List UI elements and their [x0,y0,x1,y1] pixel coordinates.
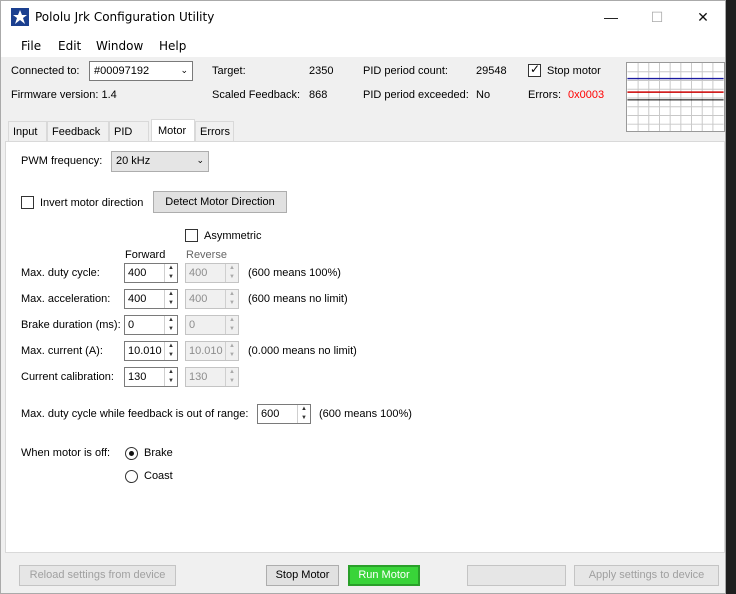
coast-radio[interactable] [125,470,138,483]
current-calibration-forward-input[interactable]: 130 ▲ ▼ [124,367,178,387]
max-acceleration-reverse-input: 400 ▲ ▼ [185,289,239,309]
spin-arrows: ▲ ▼ [225,264,238,282]
scaled-feedback-label: Scaled Feedback: [212,89,301,101]
bottom-bar: Reload settings from device Stop Motor R… [1,553,725,593]
asymmetric-label: Asymmetric [204,230,262,242]
reload-settings-button[interactable]: Reload settings from device [19,565,176,586]
pid-count-label: PID period count: [363,65,448,77]
scaled-feedback-value: 868 [309,89,328,101]
spin-arrows[interactable]: ▲ ▼ [297,405,310,423]
brake-radio[interactable] [125,447,138,460]
max-duty-cycle-forward-input[interactable]: 400 ▲ ▼ [124,263,178,283]
firmware-version: Firmware version: 1.4 [11,89,117,101]
run-motor-button[interactable]: Run Motor [348,565,420,586]
reverse-header: Reverse [186,249,227,261]
pololu-logo-icon [11,8,29,26]
pwm-frequency-select[interactable]: 20 kHz ⌄ [111,151,209,172]
brake-duration-label: Brake duration (ms): [21,319,121,331]
menu-bar: File Edit Window Help [1,34,725,57]
blank-button [467,565,566,586]
pid-exceeded-value: No [476,89,491,101]
menu-file[interactable]: File [21,39,41,53]
window-title: Pololu Jrk Configuration Utility [35,10,215,24]
spin-arrows: ▲ ▼ [225,316,238,334]
motor-off-label: When motor is off: [21,447,111,459]
invert-direction-checkbox[interactable] [21,196,34,209]
stop-motor-label: Stop motor [547,65,601,77]
pid-count-value: 29548 [476,65,507,77]
spin-arrows[interactable]: ▲ ▼ [164,264,177,282]
close-button[interactable]: ✕ [680,1,725,34]
spin-arrows[interactable]: ▲ ▼ [164,290,177,308]
max-current-reverse-input: 10.010 ▲ ▼ [185,341,239,361]
max-current-note: (0.000 means no limit) [248,345,357,357]
asymmetric-checkbox[interactable] [185,229,198,242]
device-value: #00097192 [94,65,150,77]
tab-pid[interactable]: PID [109,121,149,141]
max-acceleration-forward-input[interactable]: 400 ▲ ▼ [124,289,178,309]
target-value: 2350 [309,65,334,77]
out-of-range-label: Max. duty cycle while feedback is out of… [21,408,249,420]
brake-label: Brake [144,447,173,459]
stop-motor-checkbox[interactable] [528,62,541,77]
forward-header: Forward [125,249,166,261]
max-acceleration-label: Max. acceleration: [21,293,111,305]
current-calibration-reverse-input: 130 ▲ ▼ [185,367,239,387]
device-select[interactable]: #00097192 ⌄ [89,61,193,81]
feedback-graph[interactable] [626,62,725,132]
spin-arrows: ▲ ▼ [225,368,238,386]
detect-motor-direction-button[interactable]: Detect Motor Direction [153,191,287,213]
max-acceleration-note: (600 means no limit) [248,293,348,305]
title-bar[interactable]: Pololu Jrk Configuration Utility — ☐ ✕ [1,1,725,34]
spin-arrows: ▲ ▼ [225,290,238,308]
tab-input[interactable]: Input [8,121,47,141]
minimize-button[interactable]: — [588,1,634,34]
menu-edit[interactable]: Edit [58,39,81,53]
pwm-value: 20 kHz [116,155,151,167]
brake-duration-forward-input[interactable]: 0 ▲ ▼ [124,315,178,335]
max-current-forward-input[interactable]: 10.010 ▲ ▼ [124,341,178,361]
desktop-background [726,0,736,594]
max-duty-cycle-reverse-input: 400 ▲ ▼ [185,263,239,283]
apply-settings-button[interactable]: Apply settings to device [574,565,719,586]
spin-arrows[interactable]: ▲ ▼ [164,342,177,360]
chevron-down-icon: ⌄ [196,155,204,165]
errors-label: Errors: [528,89,561,101]
pwm-label: PWM frequency: [21,155,103,167]
chevron-down-icon: ⌄ [180,65,188,75]
current-calibration-label: Current calibration: [21,371,114,383]
tab-feedback[interactable]: Feedback [47,121,109,141]
spin-arrows[interactable]: ▲ ▼ [164,316,177,334]
spin-arrows[interactable]: ▲ ▼ [164,368,177,386]
menu-window[interactable]: Window [96,39,143,53]
menu-help[interactable]: Help [159,39,186,53]
connected-label: Connected to: [11,65,80,77]
out-of-range-duty-input[interactable]: 600 ▲ ▼ [257,404,311,424]
app-window: Pololu Jrk Configuration Utility — ☐ ✕ F… [0,0,726,594]
spin-arrows: ▲ ▼ [225,342,238,360]
motor-tab-panel: PWM frequency: 20 kHz ⌄ Invert motor dir… [5,141,725,553]
errors-value: 0x0003 [568,89,605,101]
coast-label: Coast [144,470,173,482]
max-current-label: Max. current (A): [21,345,103,357]
tab-motor[interactable]: Motor [151,119,195,142]
brake-duration-reverse-input: 0 ▲ ▼ [185,315,239,335]
invert-direction-label: Invert motor direction [40,197,144,209]
max-duty-cycle-note: (600 means 100%) [248,267,341,279]
stop-motor-button[interactable]: Stop Motor [266,565,339,586]
max-duty-cycle-label: Max. duty cycle: [21,267,100,279]
pid-exceeded-label: PID period exceeded: [363,89,469,101]
tab-errors[interactable]: Errors [195,121,234,141]
target-label: Target: [212,65,246,77]
maximize-button[interactable]: ☐ [634,1,680,34]
out-of-range-note: (600 means 100%) [319,408,412,420]
